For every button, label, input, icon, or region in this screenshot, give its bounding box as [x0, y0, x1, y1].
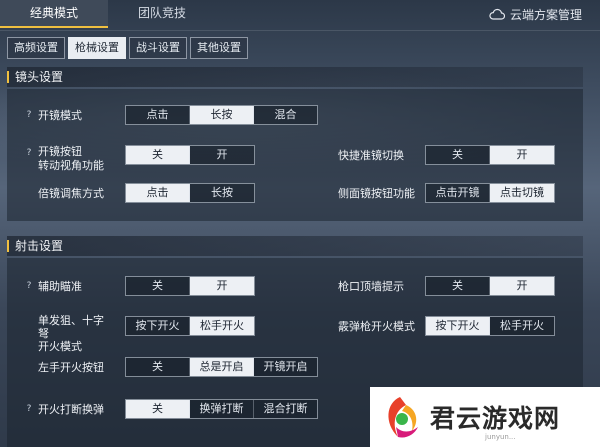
subtab-weapon[interactable]: 枪械设置 — [68, 37, 126, 59]
watermark-text: 君云游戏网 — [430, 404, 561, 433]
left-fire-option-scoped[interactable]: 开镜开启 — [254, 358, 317, 376]
aim-assist-toggle: 关 开 — [125, 276, 255, 296]
scope-rotate-label-line1: 开镜按钮 — [38, 145, 82, 158]
help-icon[interactable]: ? — [24, 148, 34, 158]
section-scope-title: 镜头设置 — [7, 67, 583, 87]
subtab-other[interactable]: 其他设置 — [190, 37, 248, 59]
muzzle-wall-option-on[interactable]: 开 — [490, 277, 554, 295]
left-fire-selector: 关 总是开启 开镜开启 — [125, 357, 318, 377]
fire-interrupt-selector: 关 换弹打断 混合打断 — [125, 399, 318, 419]
single-shot-label-line3: 开火模式 — [38, 340, 82, 353]
left-fire-option-always[interactable]: 总是开启 — [190, 358, 254, 376]
single-shot-selector: 按下开火 松手开火 — [125, 316, 255, 336]
help-icon[interactable]: ? — [24, 281, 34, 291]
zoom-mode-option-hold[interactable]: 长按 — [190, 184, 254, 202]
side-scope-option-switch[interactable]: 点击切镜 — [490, 184, 554, 202]
scope-mode-option-tap[interactable]: 点击 — [126, 106, 190, 124]
settings-subtabs: 高频设置 枪械设置 战斗设置 其他设置 — [7, 37, 248, 59]
scope-rotate-label-line2: 转动视角功能 — [38, 159, 104, 172]
side-scope-label: 侧面镜按钮功能 — [338, 187, 415, 200]
single-shot-label-line2: 弩 — [38, 327, 49, 340]
scope-mode-label: 开镜模式 — [38, 109, 82, 122]
quick-scope-option-off[interactable]: 关 — [426, 146, 490, 164]
subtab-combat[interactable]: 战斗设置 — [129, 37, 187, 59]
section-fire-title: 射击设置 — [7, 236, 583, 256]
shotgun-option-release[interactable]: 松手开火 — [490, 317, 554, 335]
subtab-high-frequency[interactable]: 高频设置 — [7, 37, 65, 59]
cloud-plan-label: 云端方案管理 — [509, 7, 582, 22]
shotgun-mode-label: 霰弹枪开火模式 — [338, 320, 415, 333]
tab-team-deathmatch[interactable]: 团队竞技 — [108, 0, 216, 28]
zoom-mode-option-tap[interactable]: 点击 — [126, 184, 190, 202]
side-scope-selector: 点击开镜 点击切镜 — [425, 183, 555, 203]
fire-interrupt-option-off[interactable]: 关 — [126, 400, 190, 418]
divider — [0, 30, 600, 31]
scope-rotate-toggle: 关 开 — [125, 145, 255, 165]
zoom-mode-selector: 点击 长按 — [125, 183, 255, 203]
fire-interrupt-option-mixed[interactable]: 混合打断 — [254, 400, 317, 418]
cloud-plan-button[interactable]: 云端方案管理 — [489, 4, 582, 24]
mode-tabs: 经典模式 团队竞技 — [0, 0, 216, 30]
shotgun-option-press[interactable]: 按下开火 — [426, 317, 490, 335]
quick-scope-label: 快捷准镜切换 — [338, 149, 404, 162]
single-shot-label-line1: 单发狙、十字 — [38, 314, 104, 327]
single-shot-option-press[interactable]: 按下开火 — [126, 317, 190, 335]
muzzle-wall-option-off[interactable]: 关 — [426, 277, 490, 295]
left-fire-label: 左手开火按钮 — [38, 361, 104, 374]
zoom-mode-label: 倍镜调焦方式 — [38, 187, 104, 200]
tab-classic-mode[interactable]: 经典模式 — [0, 0, 108, 28]
fire-interrupt-option-reload[interactable]: 换弹打断 — [190, 400, 254, 418]
cloud-icon — [489, 8, 505, 20]
aim-assist-option-on[interactable]: 开 — [190, 277, 254, 295]
shotgun-mode-selector: 按下开火 松手开火 — [425, 316, 555, 336]
watermark-logo-icon — [388, 397, 418, 438]
quick-scope-toggle: 关 开 — [425, 145, 555, 165]
scope-mode-option-hold[interactable]: 长按 — [190, 106, 254, 124]
muzzle-wall-label: 枪口顶墙提示 — [338, 280, 404, 293]
scope-rotate-option-off[interactable]: 关 — [126, 146, 190, 164]
watermark: 君云游戏网 junyun... — [370, 387, 600, 447]
left-fire-option-off[interactable]: 关 — [126, 358, 190, 376]
aim-assist-label: 辅助瞄准 — [38, 280, 82, 293]
scope-mode-option-mixed[interactable]: 混合 — [254, 106, 317, 124]
help-icon[interactable]: ? — [24, 404, 34, 414]
aim-assist-option-off[interactable]: 关 — [126, 277, 190, 295]
help-icon[interactable]: ? — [24, 110, 34, 120]
watermark-subtext: junyun... — [485, 433, 516, 441]
quick-scope-option-on[interactable]: 开 — [490, 146, 554, 164]
fire-interrupt-label: 开火打断换弹 — [38, 403, 104, 416]
scope-rotate-option-on[interactable]: 开 — [190, 146, 254, 164]
side-scope-option-open[interactable]: 点击开镜 — [426, 184, 490, 202]
single-shot-option-release[interactable]: 松手开火 — [190, 317, 254, 335]
muzzle-wall-toggle: 关 开 — [425, 276, 555, 296]
scope-mode-selector: 点击 长按 混合 — [125, 105, 318, 125]
